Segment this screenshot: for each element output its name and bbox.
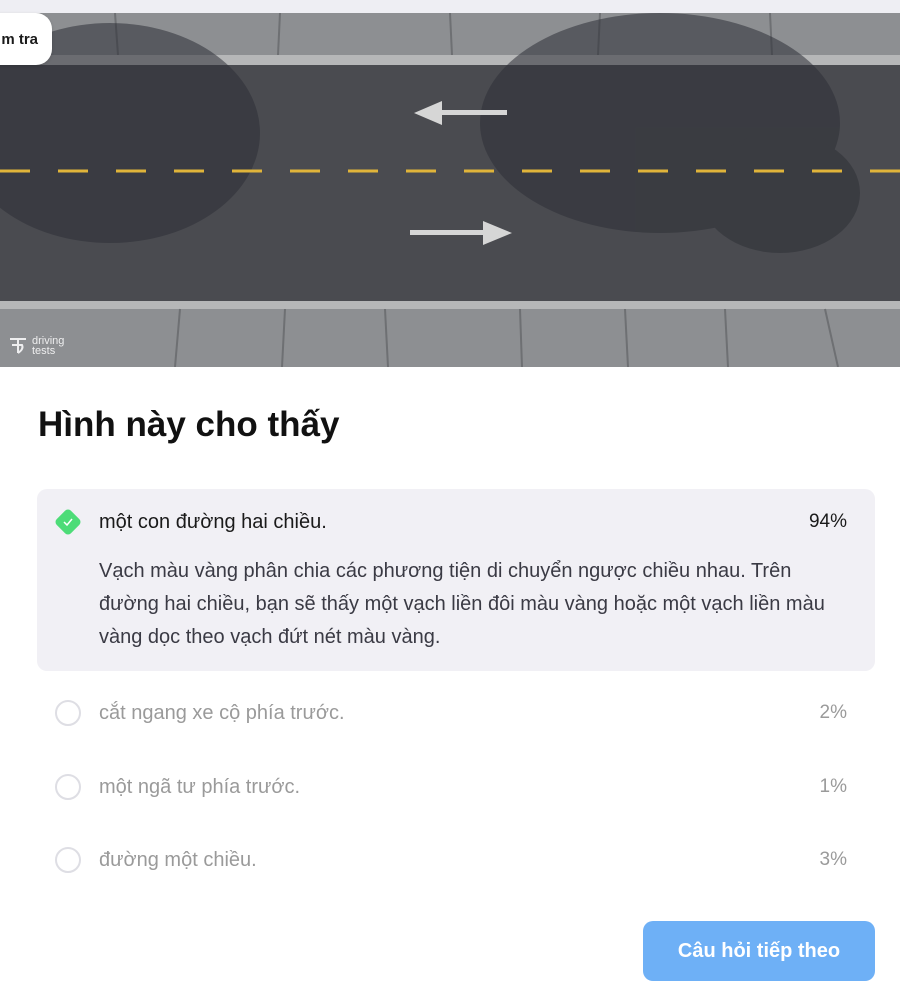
road-scene <box>0 13 900 367</box>
watermark-text: driving tests <box>32 336 64 357</box>
answer-explanation: Vạch màu vàng phân chia các phương tiện … <box>99 560 825 648</box>
answer-label: một ngã tư phía trước. <box>99 776 301 798</box>
answer-option-2[interactable]: cắt ngang xe cộ phía trước. 2% <box>37 700 875 730</box>
watermark-line2: tests <box>32 345 56 357</box>
top-strip <box>0 0 900 13</box>
answer-percent: 2% <box>819 702 847 723</box>
answer-option-4[interactable]: đường một chiều. 3% <box>37 847 875 877</box>
bottom-sidewalk <box>0 309 900 367</box>
answer-percent: 3% <box>819 849 847 870</box>
exam-menu-chip[interactable]: m tra <box>0 13 52 65</box>
answer-label: cắt ngang xe cộ phía trước. <box>99 702 345 724</box>
question-title: Hình này cho thấy <box>38 405 340 444</box>
answer-label: một con đường hai chiều. <box>99 511 327 533</box>
answer-percent: 94% <box>808 511 847 532</box>
exam-menu-label: m tra <box>1 30 38 48</box>
answer-row: đường một chiều. 3% <box>37 848 875 872</box>
answer-row: một ngã tư phía trước. 1% <box>37 775 875 799</box>
answer-option-1[interactable]: một con đường hai chiều. 94% Vạch màu và… <box>37 489 875 671</box>
logo-icon <box>10 338 26 354</box>
answer-percent: 1% <box>819 776 847 797</box>
answer-row: một con đường hai chiều. 94% <box>37 510 875 534</box>
answer-row: cắt ngang xe cộ phía trước. 2% <box>37 701 875 725</box>
watermark-logo: driving tests <box>8 336 64 357</box>
next-question-button[interactable]: Câu hỏi tiếp theo <box>643 921 875 981</box>
answer-label: đường một chiều. <box>99 849 257 871</box>
question-image <box>0 13 900 367</box>
bottom-curb <box>0 301 900 309</box>
answer-option-3[interactable]: một ngã tư phía trước. 1% <box>37 774 875 804</box>
